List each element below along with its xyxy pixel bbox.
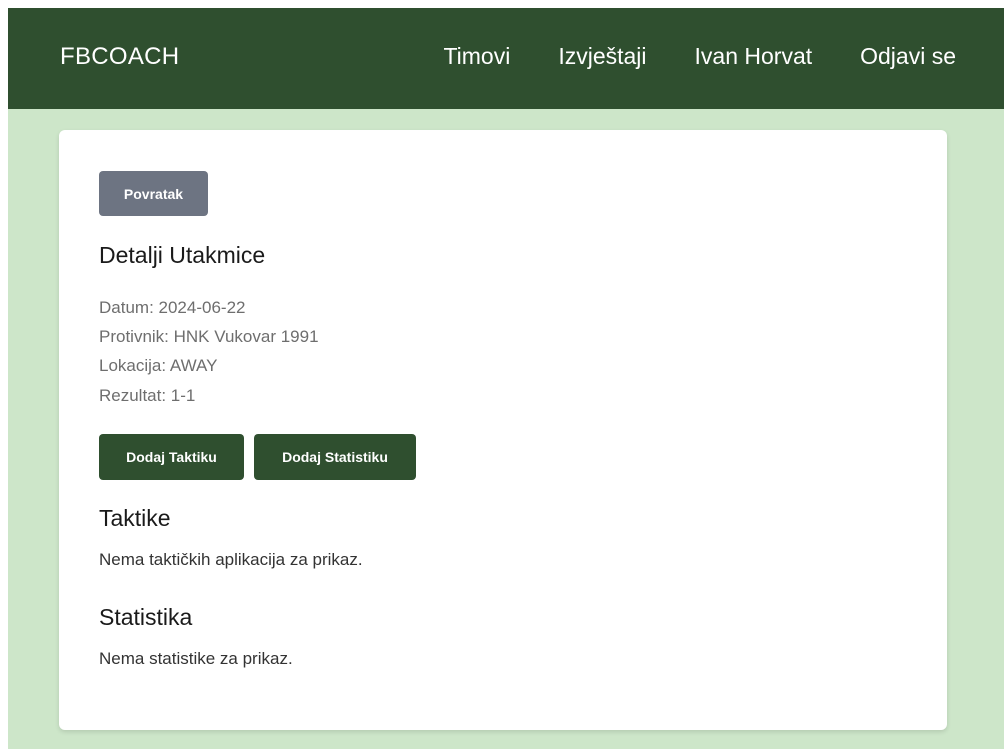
page-background: FBCOACH Timovi Izvještaji Ivan Horvat Od… (8, 8, 1004, 749)
back-button[interactable]: Povratak (99, 171, 208, 216)
match-result: Rezultat: 1-1 (99, 386, 196, 405)
add-tactic-button[interactable]: Dodaj Taktiku (99, 434, 244, 480)
add-statistic-button[interactable]: Dodaj Statistiku (254, 434, 416, 480)
nav-links: Timovi Izvještaji Ivan Horvat Odjavi se (443, 43, 956, 70)
statistics-empty-message: Nema statistike za prikaz. (99, 649, 293, 668)
nav-link-user-profile[interactable]: Ivan Horvat (695, 43, 813, 70)
match-details-card: Povratak Detalji Utakmice Datum: 2024-06… (59, 130, 947, 730)
brand-logo[interactable]: FBCOACH (60, 43, 179, 71)
statistics-heading: Statistika (99, 604, 193, 630)
nav-link-timovi[interactable]: Timovi (443, 43, 510, 70)
match-location: Lokacija: AWAY (99, 356, 218, 375)
page-title: Detalji Utakmice (99, 242, 266, 268)
tactics-empty-message: Nema taktičkih aplikacija za prikaz. (99, 550, 363, 569)
navbar: FBCOACH Timovi Izvještaji Ivan Horvat Od… (8, 8, 1004, 109)
match-date: Datum: 2024-06-22 (99, 298, 246, 317)
nav-link-izvjestaji[interactable]: Izvještaji (558, 43, 646, 70)
tactics-heading: Taktike (99, 505, 171, 531)
nav-link-logout[interactable]: Odjavi se (860, 43, 956, 70)
match-opponent: Protivnik: HNK Vukovar 1991 (99, 327, 319, 346)
